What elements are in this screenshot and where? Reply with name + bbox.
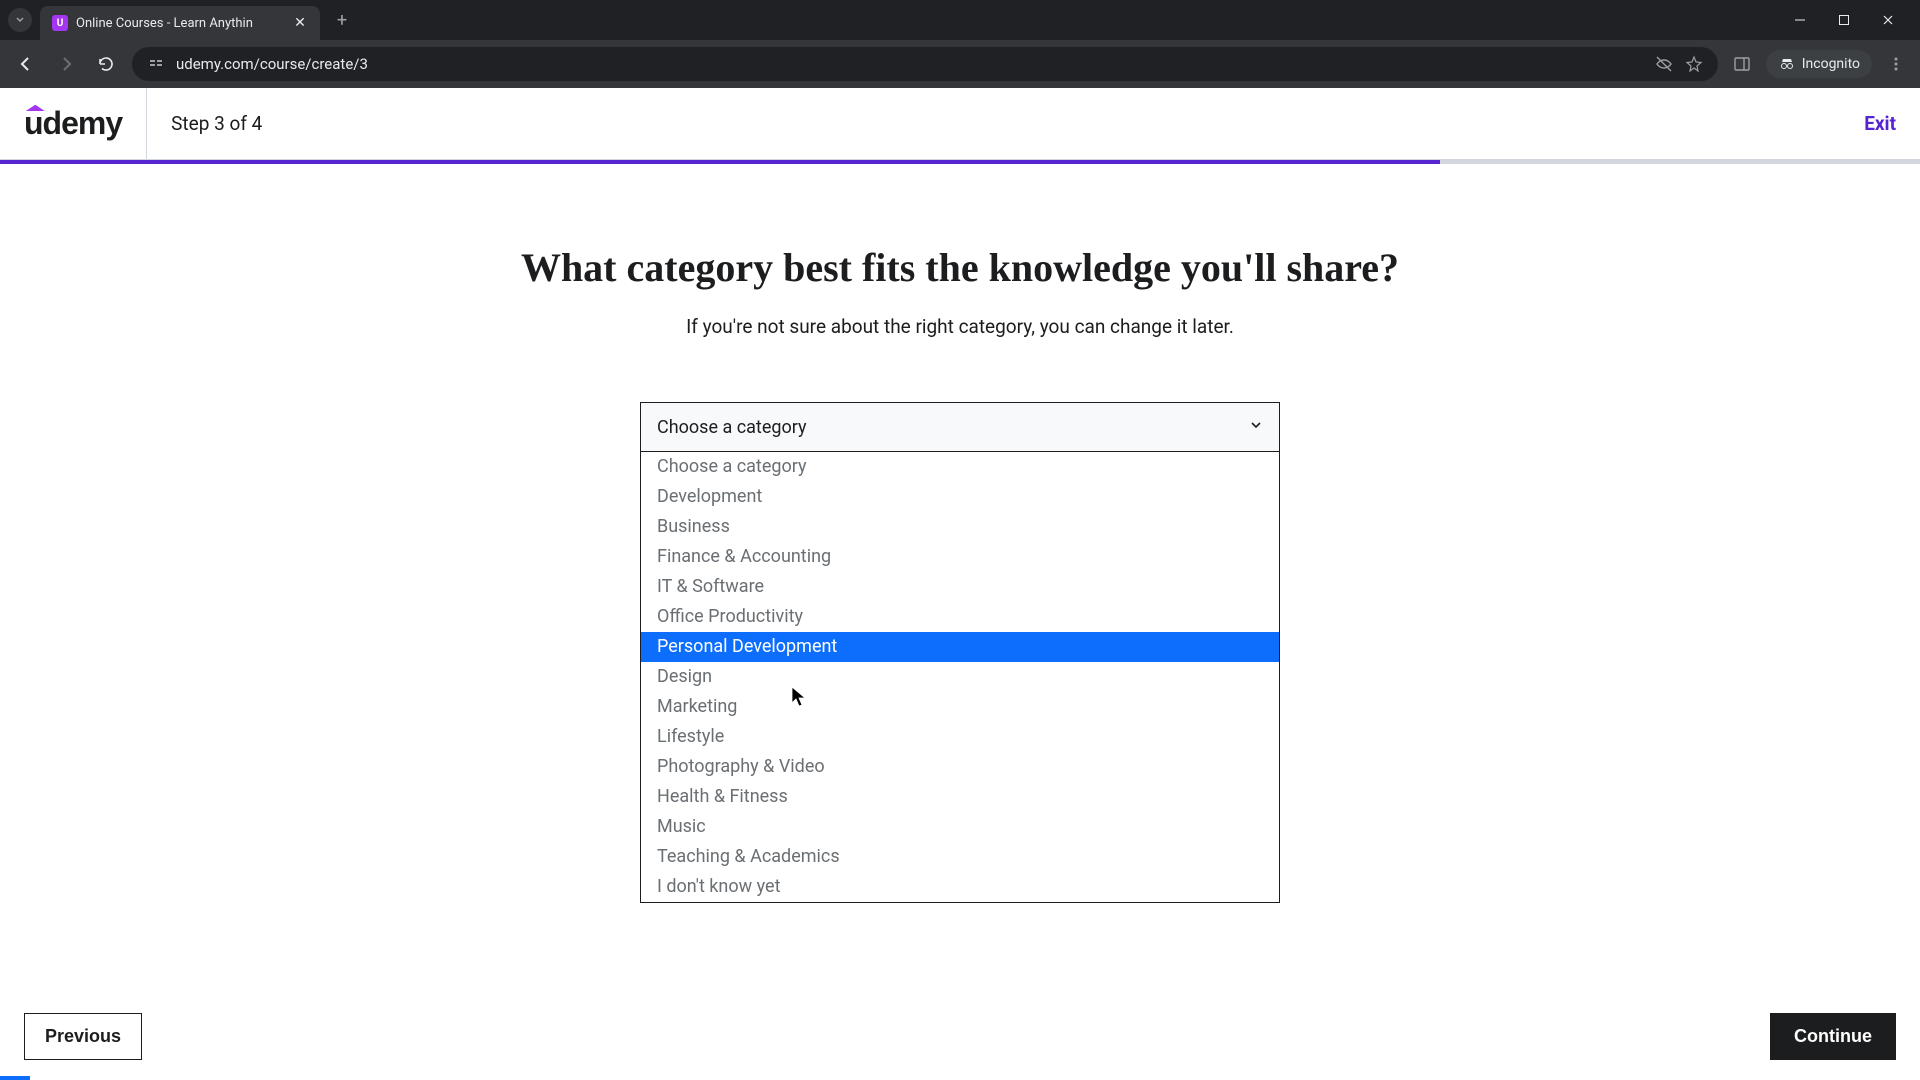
side-panel-icon[interactable] <box>1730 52 1754 76</box>
tab-title: Online Courses - Learn Anythin <box>76 16 284 31</box>
incognito-icon <box>1778 55 1796 73</box>
tab-bar: U Online Courses - Learn Anythin ✕ + <box>0 0 1920 40</box>
incognito-label: Incognito <box>1802 56 1860 72</box>
new-tab-button[interactable]: + <box>328 6 356 34</box>
tab-search-icon[interactable] <box>8 8 32 32</box>
taskbar-indicator <box>0 1076 30 1080</box>
dropdown-option[interactable]: Teaching & Academics <box>641 842 1279 872</box>
exit-link[interactable]: Exit <box>1840 112 1920 135</box>
udemy-logo[interactable]: ▲udemy <box>0 88 147 159</box>
dropdown-option[interactable]: Lifestyle <box>641 722 1279 752</box>
page-header: ▲udemy Step 3 of 4 Exit <box>0 88 1920 160</box>
incognito-badge[interactable]: Incognito <box>1766 50 1872 78</box>
dropdown-option[interactable]: Music <box>641 812 1279 842</box>
main-content: What category best fits the knowledge yo… <box>0 164 1920 903</box>
dropdown-option[interactable]: Finance & Accounting <box>641 542 1279 572</box>
menu-icon[interactable] <box>1884 52 1908 76</box>
progress-fill <box>0 160 1440 164</box>
dropdown-option[interactable]: Development <box>641 482 1279 512</box>
dropdown-option[interactable]: IT & Software <box>641 572 1279 602</box>
dropdown-option[interactable]: Office Productivity <box>641 602 1279 632</box>
forward-button[interactable] <box>52 50 80 78</box>
dropdown-option[interactable]: Personal Development <box>641 632 1279 662</box>
url-text: udemy.com/course/create/3 <box>176 55 1644 73</box>
page-body: ▲udemy Step 3 of 4 Exit What category be… <box>0 88 1920 1080</box>
window-controls <box>1788 8 1912 32</box>
back-button[interactable] <box>12 50 40 78</box>
category-dropdown: Choose a categoryDevelopmentBusinessFina… <box>640 452 1280 903</box>
chevron-down-icon <box>1249 418 1263 436</box>
maximize-icon[interactable] <box>1832 8 1856 32</box>
close-icon[interactable]: ✕ <box>292 15 308 31</box>
category-select[interactable]: Choose a category <box>640 402 1280 452</box>
address-bar: udemy.com/course/create/3 Incognito <box>0 40 1920 88</box>
close-window-icon[interactable] <box>1876 8 1900 32</box>
reload-button[interactable] <box>92 50 120 78</box>
browser-tab[interactable]: U Online Courses - Learn Anythin ✕ <box>40 6 320 40</box>
dropdown-option[interactable]: Health & Fitness <box>641 782 1279 812</box>
select-placeholder: Choose a category <box>657 417 807 438</box>
progress-bar <box>0 160 1920 164</box>
minimize-icon[interactable] <box>1788 8 1812 32</box>
dropdown-option[interactable]: I don't know yet <box>641 872 1279 902</box>
continue-button[interactable]: Continue <box>1770 1013 1896 1060</box>
dropdown-option[interactable]: Business <box>641 512 1279 542</box>
previous-button[interactable]: Previous <box>24 1013 142 1060</box>
dropdown-option[interactable]: Marketing <box>641 692 1279 722</box>
page-subtitle: If you're not sure about the right categ… <box>686 315 1234 338</box>
dropdown-option[interactable]: Choose a category <box>641 452 1279 482</box>
page-title: What category best fits the knowledge yo… <box>521 244 1399 291</box>
site-info-icon[interactable] <box>146 54 166 74</box>
bookmark-icon[interactable] <box>1684 54 1704 74</box>
footer-nav: Previous Continue <box>0 1013 1920 1060</box>
category-select-wrap: Choose a category Choose a categoryDevel… <box>640 402 1280 903</box>
dropdown-option[interactable]: Photography & Video <box>641 752 1279 782</box>
eye-off-icon[interactable] <box>1654 54 1674 74</box>
dropdown-option[interactable]: Design <box>641 662 1279 692</box>
tab-favicon-icon: U <box>52 15 68 31</box>
step-indicator: Step 3 of 4 <box>147 112 286 135</box>
url-bar[interactable]: udemy.com/course/create/3 <box>132 47 1718 81</box>
logo-text: ▲udemy <box>24 105 122 142</box>
browser-chrome: U Online Courses - Learn Anythin ✕ + <box>0 0 1920 88</box>
